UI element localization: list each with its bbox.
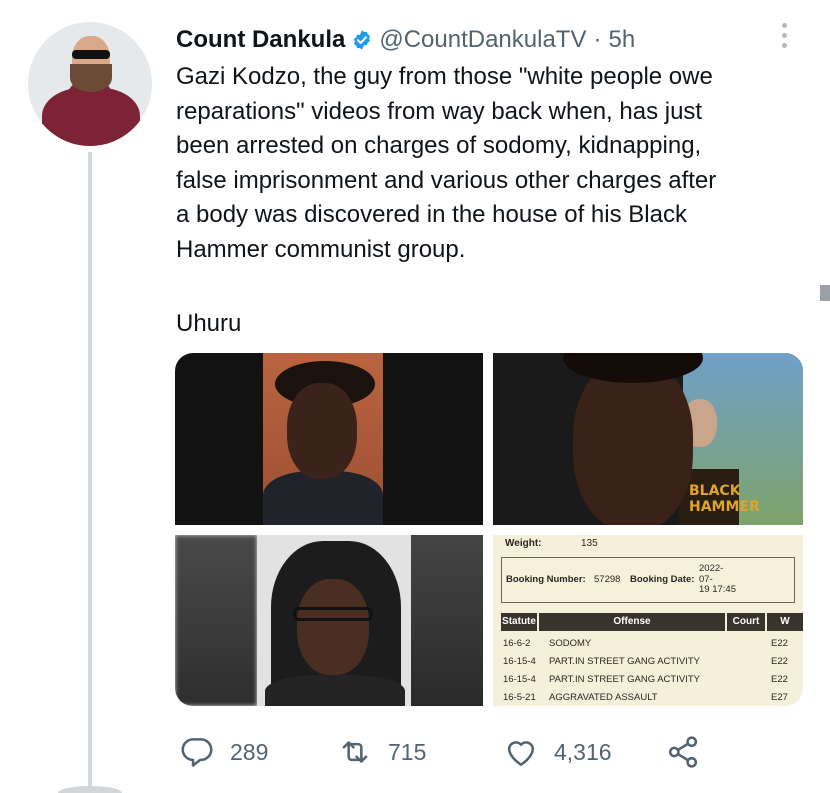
tweet-actions-bar: 289 715 4,316 — [176, 730, 736, 774]
offense-row: 16-5-21 AGGRAVATED ASSAULT E27 — [501, 689, 803, 706]
row-statute: 16-5-21 — [503, 692, 536, 703]
row-offense: PART.IN STREET GANG ACTIVITY — [549, 656, 700, 667]
row-court: E22 — [771, 656, 788, 667]
media-grid: BLACK HAMMER Weight: 135 Booking Number:… — [175, 353, 803, 706]
heart-icon — [507, 741, 535, 766]
tweet-text-hashtag-line: Uhuru — [176, 310, 242, 337]
media-image-2[interactable]: BLACK HAMMER — [493, 353, 803, 525]
column-court: Court — [727, 613, 765, 631]
more-vertical-icon[interactable] — [779, 20, 789, 52]
reply-icon — [181, 738, 213, 767]
row-offense: SODOMY — [549, 638, 592, 649]
header-separator: · — [593, 26, 602, 53]
booking-box: Booking Number: 57298 Booking Date: 2022… — [501, 557, 795, 603]
tweet-text: Gazi Kodzo, the guy from those "white pe… — [176, 63, 717, 263]
next-reply-avatar[interactable] — [58, 786, 122, 793]
booking-record: Weight: 135 Booking Number: 57298 Bookin… — [493, 535, 803, 706]
offense-row: 16-15-4 PART.IN STREET GANG ACTIVITY E22 — [501, 653, 803, 671]
media-image-4-booking-record[interactable]: Weight: 135 Booking Number: 57298 Bookin… — [493, 535, 803, 706]
booking-number: 57298 — [594, 574, 621, 585]
reply-count: 289 — [230, 738, 269, 765]
offense-row: 16-15-4 PART.IN STREET GANG ACTIVITY E22 — [501, 671, 803, 689]
column-offense: Offense — [539, 613, 725, 631]
row-court: E22 — [771, 638, 788, 649]
thread-connector-line — [88, 152, 92, 793]
avatar-sunglasses — [72, 50, 110, 59]
tweet-header: Count Dankula @CountDankulaTV · 5h — [176, 25, 635, 55]
media-image-3-mugshot[interactable] — [175, 535, 483, 706]
offense-table-header: Statute Offense Court W — [501, 613, 803, 631]
row-court: E27 — [771, 692, 788, 703]
verified-badge-icon — [354, 30, 371, 50]
like-button[interactable]: 4,316 — [502, 730, 612, 774]
share-icon — [668, 736, 698, 768]
weight-value: 135 — [581, 538, 598, 549]
avatar-shirt — [42, 88, 140, 146]
reply-button[interactable]: 289 — [178, 730, 268, 774]
row-offense: PART.IN STREET GANG ACTIVITY — [549, 674, 700, 685]
weight-label: Weight: — [505, 538, 542, 549]
scrollbar-thumb[interactable] — [820, 285, 830, 301]
share-button[interactable] — [664, 730, 702, 774]
author-name[interactable]: Count Dankula — [176, 26, 345, 54]
row-court: E22 — [771, 674, 788, 685]
retweet-button[interactable]: 715 — [336, 730, 426, 774]
retweet-icon — [342, 741, 368, 763]
booking-date-label: Booking Date: — [630, 574, 695, 585]
row-statute: 16-15-4 — [503, 656, 536, 667]
column-w: W — [767, 613, 803, 631]
like-count: 4,316 — [554, 738, 612, 765]
tweet-timestamp[interactable]: 5h — [608, 26, 635, 54]
column-statute: Statute — [501, 613, 537, 631]
author-handle[interactable]: @CountDankulaTV — [379, 26, 586, 54]
row-statute: 16-6-2 — [503, 638, 531, 649]
author-avatar[interactable] — [28, 22, 152, 146]
row-offense: AGGRAVATED ASSAULT — [549, 692, 658, 703]
shirt-print-text: BLACK HAMMER — [689, 483, 760, 515]
booking-date: 2022- 07- 19 17:45 — [699, 563, 736, 595]
media-image-1[interactable] — [175, 353, 483, 525]
avatar-beard — [70, 64, 112, 92]
booking-number-label: Booking Number: — [506, 574, 586, 585]
offense-row: 16-6-2 SODOMY E22 — [501, 635, 803, 653]
row-statute: 16-15-4 — [503, 674, 536, 685]
retweet-count: 715 — [388, 738, 427, 765]
